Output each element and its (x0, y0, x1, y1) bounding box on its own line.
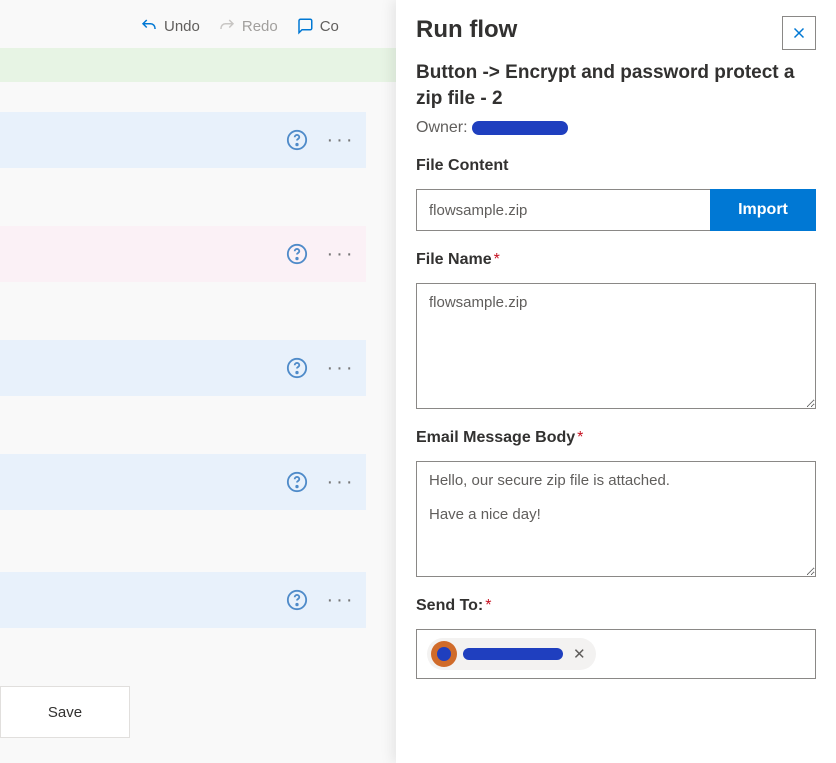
help-icon[interactable] (286, 589, 308, 611)
owner-redacted (472, 121, 568, 135)
undo-icon (140, 17, 158, 35)
flow-step-3[interactable]: ··· (0, 340, 366, 396)
recipient-redacted (463, 648, 563, 660)
comments-label: Co (320, 18, 339, 35)
recipient-pill: ✕ (427, 638, 596, 670)
avatar (431, 641, 457, 667)
panel-title: Run flow (416, 16, 517, 44)
owner-label: Owner: (416, 119, 468, 137)
step-more-button[interactable]: ··· (326, 589, 356, 612)
step-more-button[interactable]: ··· (326, 471, 356, 494)
required-asterisk: * (494, 251, 500, 268)
owner-row: Owner: (416, 119, 816, 137)
redo-icon (218, 17, 236, 35)
step-more-button[interactable]: ··· (326, 129, 356, 152)
flow-step-4[interactable]: ··· (0, 454, 366, 510)
import-button[interactable]: Import (710, 189, 816, 231)
help-icon[interactable] (286, 357, 308, 379)
designer-toolbar: Undo Redo Co (140, 8, 339, 44)
flow-step-5[interactable]: ··· (0, 572, 366, 628)
file-name-label: File Name* (416, 251, 816, 269)
email-body-input[interactable] (416, 461, 816, 577)
close-icon (790, 24, 808, 42)
send-to-input[interactable]: ✕ (416, 629, 816, 679)
file-content-input[interactable] (416, 189, 710, 231)
help-icon[interactable] (286, 129, 308, 151)
save-label: Save (48, 704, 82, 721)
file-content-row: Import (416, 189, 816, 231)
flow-step-1[interactable]: ··· (0, 112, 366, 168)
undo-label: Undo (164, 18, 200, 35)
run-flow-panel: Run flow Button -> Encrypt and password … (396, 0, 836, 763)
step-more-button[interactable]: ··· (326, 357, 356, 380)
comments-button[interactable]: Co (296, 17, 339, 35)
step-more-button[interactable]: ··· (326, 243, 356, 266)
close-button[interactable] (782, 16, 816, 50)
success-banner (0, 48, 396, 82)
file-name-input[interactable] (416, 283, 816, 409)
undo-button[interactable]: Undo (140, 17, 200, 35)
comment-icon (296, 17, 314, 35)
remove-recipient-button[interactable]: ✕ (573, 645, 586, 663)
required-asterisk: * (577, 429, 583, 446)
send-to-label: Send To:* (416, 597, 816, 615)
save-button[interactable]: Save (0, 686, 130, 738)
email-body-label: Email Message Body* (416, 429, 816, 447)
redo-button[interactable]: Redo (218, 17, 278, 35)
import-label: Import (738, 201, 788, 219)
required-asterisk: * (485, 597, 491, 614)
help-icon[interactable] (286, 471, 308, 493)
help-icon[interactable] (286, 243, 308, 265)
panel-subtitle: Button -> Encrypt and password protect a… (416, 60, 816, 111)
flow-step-2[interactable]: view) ··· (0, 226, 366, 282)
file-content-label: File Content (416, 157, 816, 175)
redo-label: Redo (242, 18, 278, 35)
